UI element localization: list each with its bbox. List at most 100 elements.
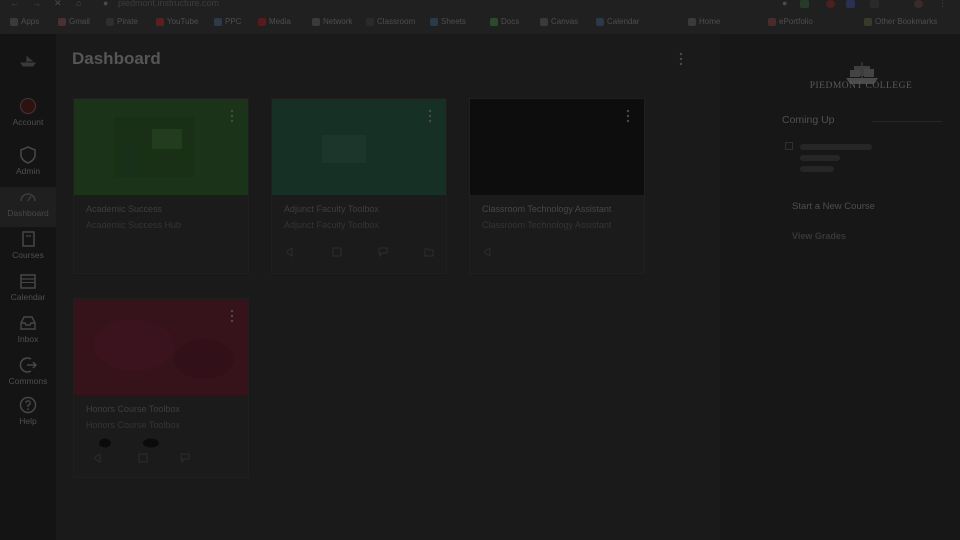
assignments-icon[interactable] — [332, 247, 342, 257]
course-card-hero[interactable] — [272, 99, 446, 195]
bookmark-item[interactable]: Docs — [490, 15, 519, 28]
course-card[interactable]: Academic Success Academic Success Hub — [73, 98, 249, 274]
bookmark-favicon-icon — [106, 17, 114, 26]
address-bar[interactable]: piedmont.instructure.com — [118, 0, 219, 8]
lock-icon: ● — [103, 0, 109, 8]
extension-icon[interactable] — [870, 0, 879, 8]
course-card-title[interactable]: Adjunct Faculty Toolbox — [284, 204, 379, 214]
global-nav-commons[interactable]: Commons — [0, 355, 56, 395]
unread-badge — [99, 438, 111, 448]
global-nav-help[interactable]: Help — [0, 395, 56, 435]
bookmark-item[interactable]: PPC — [214, 15, 241, 28]
kebab-menu-icon[interactable] — [230, 309, 234, 323]
announcements-icon[interactable] — [286, 247, 296, 257]
home-icon[interactable]: ⌂ — [76, 0, 81, 8]
course-card[interactable]: Adjunct Faculty Toolbox Adjunct Faculty … — [271, 98, 447, 274]
course-card[interactable]: Classroom Technology Assistant Classroom… — [469, 98, 645, 274]
bookmark-item[interactable]: Calendar — [596, 15, 639, 28]
course-card[interactable]: Honors Course Toolbox Honors Course Tool… — [73, 298, 249, 478]
bookmark-item[interactable]: Home — [688, 15, 720, 28]
course-card-actions — [484, 247, 634, 259]
coming-up-heading: Coming Up — [782, 114, 835, 126]
view-grades-button[interactable]: View Grades — [792, 231, 846, 241]
location-icon[interactable]: ● — [782, 0, 787, 8]
divider — [872, 121, 942, 122]
right-sidebar: PIEDMONT COLLEGE Coming Up Start a New C… — [720, 34, 960, 540]
announcements-icon[interactable] — [484, 247, 494, 257]
course-image — [74, 299, 248, 395]
assignments-icon[interactable] — [138, 453, 148, 463]
course-card-hero[interactable] — [470, 99, 644, 195]
bookmark-label: PPC — [225, 17, 242, 26]
close-icon[interactable]: ✕ — [54, 0, 62, 9]
bookmark-favicon-icon — [490, 17, 498, 26]
bookmark-item[interactable]: Sheets — [430, 15, 466, 28]
coming-up-item — [800, 155, 840, 161]
unread-badge — [143, 438, 159, 448]
bookmark-item[interactable]: Media — [258, 15, 291, 28]
profile-avatar[interactable] — [914, 0, 923, 8]
bookmark-label: ePortfolio — [779, 17, 813, 26]
page-title: Dashboard — [72, 49, 161, 68]
bookmark-item[interactable]: Network — [312, 15, 352, 28]
global-navigation: Account Admin Dashboard Courses Calendar… — [0, 34, 56, 540]
bookmark-item[interactable]: ePortfolio — [768, 15, 813, 28]
bookmark-label: Other Bookmarks — [875, 17, 938, 26]
course-card-subtitle: Honors Course Toolbox — [86, 420, 180, 430]
coming-up-item[interactable] — [800, 144, 872, 150]
course-card-actions — [286, 247, 436, 259]
bookmark-item[interactable]: YouTube — [156, 15, 198, 28]
course-card-subtitle: Academic Success Hub — [86, 220, 182, 230]
bookmark-item[interactable]: Canvas — [540, 15, 578, 28]
coming-up-item — [800, 166, 834, 172]
course-card-title[interactable]: Honors Course Toolbox — [86, 404, 180, 414]
bookmark-item[interactable]: Apps — [10, 15, 39, 28]
browser-chrome: ← → ✕ ⌂ ● piedmont.instructure.com ● ⋮ A… — [0, 0, 960, 34]
shield-icon — [20, 146, 36, 164]
global-nav-inbox[interactable]: Inbox — [0, 313, 56, 353]
kebab-menu-icon[interactable] — [230, 109, 234, 123]
extension-icon[interactable] — [800, 0, 809, 8]
college-name: PIEDMONT COLLEGE — [809, 81, 913, 91]
bookmark-label: Classroom — [377, 17, 416, 26]
files-icon[interactable] — [424, 247, 434, 257]
kebab-menu-icon[interactable] — [626, 109, 630, 123]
global-nav-courses[interactable]: Courses — [0, 229, 56, 269]
bookmark-favicon-icon — [258, 17, 266, 26]
college-ship-logo — [846, 62, 878, 84]
back-icon[interactable]: ← — [10, 0, 19, 8]
bookmark-item[interactable]: Other Bookmarks — [864, 15, 937, 28]
dashboard-options-icon[interactable] — [678, 52, 684, 66]
course-image — [302, 129, 402, 185]
global-nav-dashboard[interactable]: Dashboard — [0, 187, 56, 227]
course-card-subtitle: Classroom Technology Assistant — [482, 220, 612, 230]
global-nav-admin[interactable]: Admin — [0, 145, 56, 185]
dashboard-main: Dashboard Academic Success Academic Succ… — [56, 34, 720, 540]
discussions-icon[interactable] — [180, 453, 190, 463]
course-card-hero[interactable] — [74, 99, 248, 195]
commons-icon — [19, 357, 37, 373]
extension-icon[interactable] — [846, 0, 855, 8]
bookmark-item[interactable]: Classroom — [366, 15, 415, 28]
dashboard-icon — [20, 193, 36, 202]
course-card-title[interactable]: Classroom Technology Assistant — [482, 204, 611, 214]
bookmark-item[interactable]: Pirate — [106, 15, 138, 28]
global-nav-label: Calendar — [10, 292, 46, 302]
global-nav-account[interactable]: Account — [0, 96, 56, 136]
extension-icon[interactable] — [826, 0, 835, 8]
calendar-icon — [785, 142, 793, 150]
browser-menu-icon[interactable]: ⋮ — [938, 0, 947, 9]
start-new-course-button[interactable]: Start a New Course — [792, 201, 875, 212]
bookmark-favicon-icon — [58, 17, 66, 26]
kebab-menu-icon[interactable] — [428, 109, 432, 123]
course-card-title[interactable]: Academic Success — [86, 204, 162, 214]
bookmark-favicon-icon — [688, 17, 696, 26]
announcements-icon[interactable] — [94, 453, 104, 463]
forward-icon[interactable]: → — [32, 0, 41, 8]
discussions-icon[interactable] — [378, 247, 388, 257]
global-nav-calendar[interactable]: Calendar — [0, 271, 56, 311]
bookmark-label: Canvas — [551, 17, 579, 26]
bookmark-item[interactable]: Gmail — [58, 15, 90, 28]
school-logo-icon[interactable] — [19, 55, 37, 67]
course-card-hero[interactable] — [74, 299, 248, 395]
